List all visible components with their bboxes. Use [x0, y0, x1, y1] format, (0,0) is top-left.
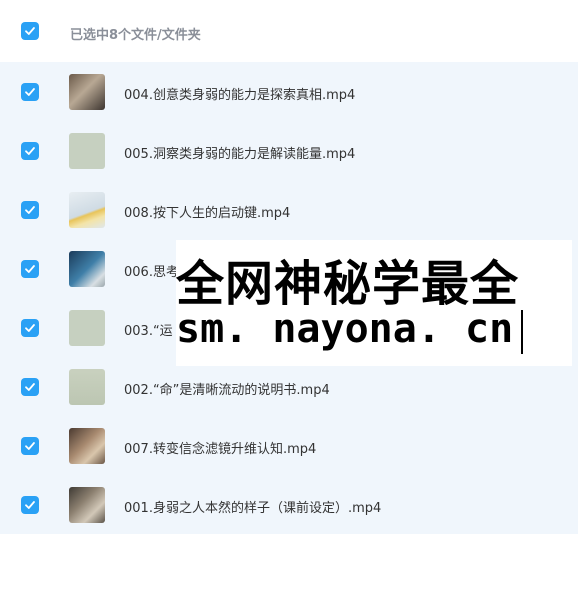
file-checkbox[interactable] [21, 260, 39, 278]
check-icon [25, 324, 35, 332]
file-checkbox[interactable] [21, 378, 39, 396]
file-row[interactable]: 008.按下人生的启动键.mp4 [0, 180, 578, 239]
watermark-overlay: 全网神秘学最全 sm. nayona. cn [176, 240, 572, 366]
file-row[interactable]: 001.身弱之人本然的样子（课前设定）.mp4 [0, 475, 578, 534]
file-name[interactable]: 008.按下人生的启动键.mp4 [124, 202, 290, 221]
file-checkbox[interactable] [21, 201, 39, 219]
video-thumbnail [69, 133, 105, 169]
check-icon [25, 442, 35, 450]
select-all-checkbox[interactable] [21, 22, 39, 40]
selection-count-text: 已选中8个文件/文件夹 [70, 28, 201, 43]
check-icon [25, 27, 35, 35]
check-icon [25, 265, 35, 273]
file-name[interactable]: 007.转变信念滤镜升维认知.mp4 [124, 438, 316, 457]
check-icon [25, 383, 35, 391]
file-row[interactable]: 004.创意类身弱的能力是探索真相.mp4 [0, 62, 578, 121]
watermark-title: 全网神秘学最全 [176, 256, 520, 312]
file-row[interactable]: 007.转变信念滤镜升维认知.mp4 [0, 416, 578, 475]
file-checkbox[interactable] [21, 319, 39, 337]
watermark-url: sm. nayona. cn [176, 306, 514, 352]
video-thumbnail [69, 487, 105, 523]
file-name[interactable]: 004.创意类身弱的能力是探索真相.mp4 [124, 84, 355, 103]
file-checkbox[interactable] [21, 437, 39, 455]
file-name[interactable]: 001.身弱之人本然的样子（课前设定）.mp4 [124, 497, 381, 516]
check-icon [25, 147, 35, 155]
text-cursor [521, 310, 523, 354]
video-thumbnail [69, 369, 105, 405]
check-icon [25, 88, 35, 96]
video-thumbnail [69, 428, 105, 464]
check-icon [25, 206, 35, 214]
selection-header: 已选中8个文件/文件夹 [0, 0, 578, 62]
video-thumbnail [69, 310, 105, 346]
check-icon [25, 501, 35, 509]
file-checkbox[interactable] [21, 496, 39, 514]
file-name[interactable]: 005.洞察类身弱的能力是解读能量.mp4 [124, 143, 355, 162]
file-row[interactable]: 005.洞察类身弱的能力是解读能量.mp4 [0, 121, 578, 180]
file-checkbox[interactable] [21, 142, 39, 160]
file-checkbox[interactable] [21, 83, 39, 101]
file-name[interactable]: 006.思考 [124, 261, 179, 280]
video-thumbnail [69, 192, 105, 228]
video-thumbnail [69, 251, 105, 287]
file-name[interactable]: 003.“运 [124, 320, 173, 339]
file-name[interactable]: 002.“命”是清晰流动的说明书.mp4 [124, 379, 330, 398]
video-thumbnail [69, 74, 105, 110]
